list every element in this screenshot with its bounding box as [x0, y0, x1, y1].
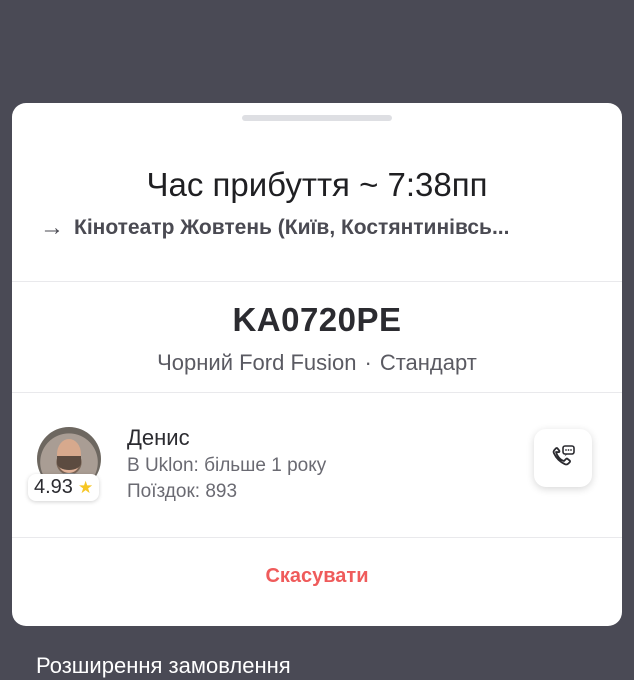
trip-bottom-sheet: Час прибуття ~ 7:38пп → Кінотеатр Жовтен… — [12, 103, 622, 626]
separator-dot: · — [364, 350, 372, 375]
divider — [12, 537, 622, 538]
call-driver-button[interactable] — [534, 429, 592, 487]
destination-row: → Кінотеатр Жовтень (Київ, Костянтинівсь… — [40, 216, 600, 240]
car-description: Чорний Ford Fusion · Стандарт — [12, 350, 622, 376]
drag-handle[interactable] — [242, 115, 392, 121]
star-icon: ★ — [77, 477, 94, 497]
license-plate: KA0720PE — [232, 301, 402, 338]
car-tariff: Стандарт — [379, 350, 477, 375]
driver-trips: Поїздок: 893 — [127, 481, 238, 502]
divider — [12, 281, 622, 282]
driver-rating-badge: 4.93 ★ — [28, 474, 100, 501]
destination-text: Кінотеатр Жовтень (Київ, Костянтинівсь..… — [74, 216, 510, 239]
arrival-time: Час прибуття ~ 7:38пп — [146, 166, 488, 203]
cancel-button[interactable]: Скасувати — [12, 565, 622, 588]
driver-name: Денис — [127, 425, 190, 450]
arrow-right-icon: → — [40, 214, 64, 241]
rating-value: 4.93 — [34, 476, 73, 498]
divider — [12, 392, 622, 393]
car-model: Чорний Ford Fusion — [157, 350, 357, 375]
driver-tenure: В Uklon: більше 1 року — [127, 455, 327, 476]
phone-chat-icon — [550, 443, 576, 474]
order-extension-label[interactable]: Розширення замовлення — [36, 653, 291, 679]
